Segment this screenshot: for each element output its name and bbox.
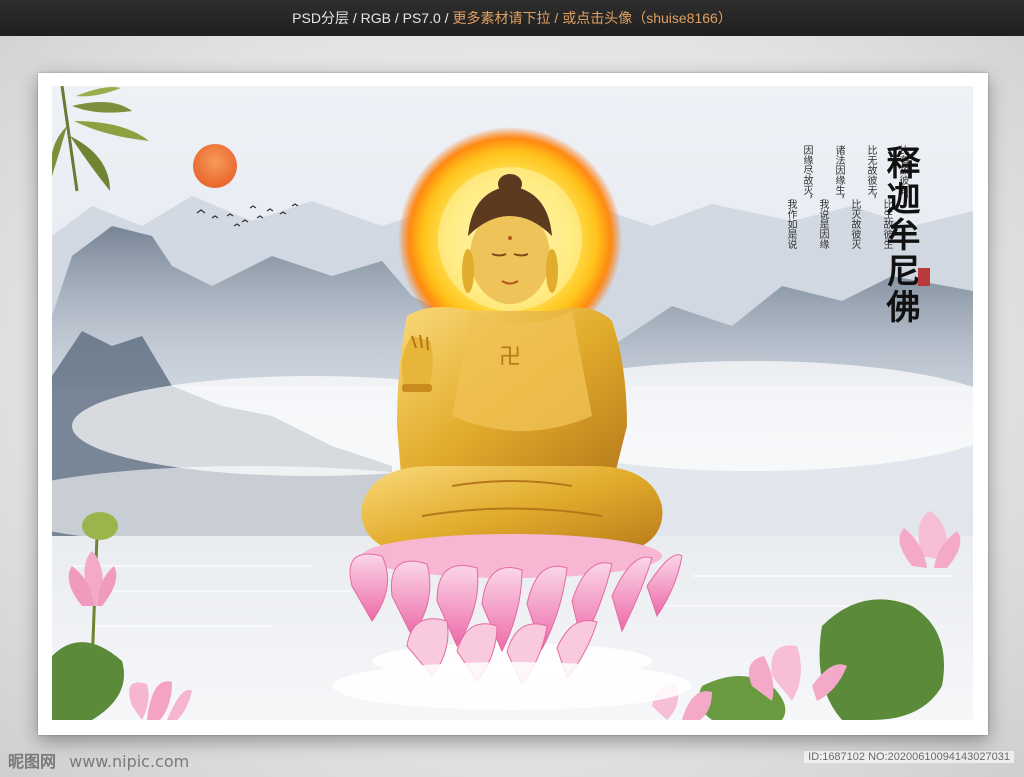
red-seal-stamp <box>918 268 930 286</box>
verse-column-6: 我说是因缘 <box>817 199 828 249</box>
throne-cloud <box>332 662 692 710</box>
image-id-text: ID:1687102 NO:20200610094143027031 <box>804 751 1014 763</box>
site-url: www.nipic.com <box>69 752 190 771</box>
verse-column-8: 我作如是说 <box>785 199 796 249</box>
site-logo: 昵图网 <box>8 752 57 771</box>
verse-column-4: 比灭故彼灭 <box>849 199 860 249</box>
chest-symbol: 卍 <box>499 345 521 370</box>
top-info-bar: PSD分层 / RGB / PS7.0 / 更多素材请下拉 / 或点击头像（sh… <box>0 0 1024 36</box>
verse-column-5: 诸法因缘生， <box>833 145 844 205</box>
site-watermark: 昵图网 www.nipic.com <box>8 748 189 772</box>
verse-column-3: 比无故彼无， <box>865 145 876 205</box>
buddha-title: 释迦牟尼佛 <box>880 145 920 325</box>
setting-sun <box>193 144 237 188</box>
more-materials-link[interactable]: 更多素材请下拉 / 或点击头像（shuise8166） <box>453 8 732 28</box>
format-info-text: PSD分层 / RGB / PS7.0 / <box>292 10 449 26</box>
lotus-throne <box>349 534 683 685</box>
verse-column-7: 因缘尽故灭， <box>801 145 812 205</box>
